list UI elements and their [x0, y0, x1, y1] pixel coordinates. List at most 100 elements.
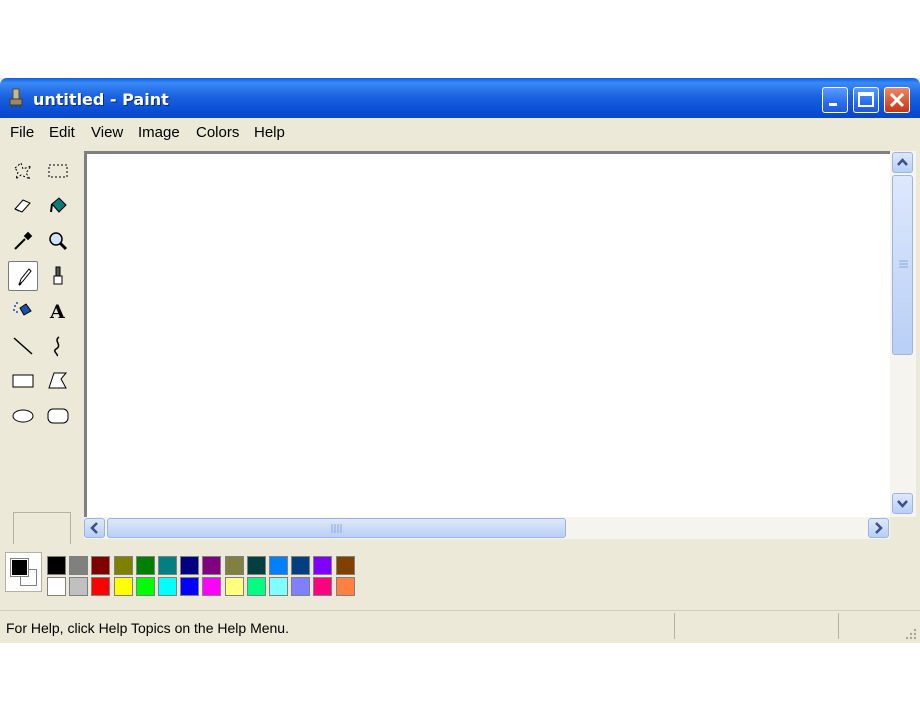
- curve-icon: [54, 336, 60, 357]
- tool-rectangle[interactable]: [8, 366, 38, 396]
- svg-text:A: A: [49, 301, 65, 322]
- palette-color-swatch[interactable]: [291, 556, 311, 575]
- palette-color-swatch[interactable]: [313, 556, 333, 575]
- tool-rounded-rectangle[interactable]: [43, 401, 73, 431]
- color-box: [0, 544, 920, 606]
- tool-free-form-select[interactable]: [8, 156, 38, 186]
- tool-ellipse[interactable]: [8, 401, 38, 431]
- paint-window: untitled - Paint File Edit View Image Co…: [0, 78, 920, 643]
- polygon-icon: [48, 372, 68, 389]
- palette-color-swatch[interactable]: [246, 577, 266, 596]
- menu-help[interactable]: Help: [254, 124, 285, 141]
- tool-curve[interactable]: [43, 331, 73, 361]
- tool-magnifier[interactable]: [43, 226, 73, 256]
- palette-color-swatch[interactable]: [113, 556, 133, 575]
- line-icon: [13, 337, 33, 355]
- palette-color-swatch[interactable]: [47, 556, 66, 575]
- current-colors[interactable]: [5, 552, 42, 592]
- palette-color-swatch[interactable]: [269, 556, 288, 575]
- tool-airbrush[interactable]: [8, 296, 38, 326]
- title-bar[interactable]: untitled - Paint: [0, 78, 920, 118]
- eraser-icon: [14, 199, 31, 213]
- text-icon: A: [49, 301, 65, 322]
- chevron-right-icon: [875, 522, 883, 534]
- palette-color-swatch[interactable]: [47, 577, 66, 596]
- airbrush-icon: [13, 302, 32, 316]
- palette-color-swatch[interactable]: [291, 577, 311, 596]
- menu-bar: File Edit View Image Colors Help: [0, 118, 920, 146]
- palette-color-swatch[interactable]: [69, 556, 89, 575]
- scroll-right-button[interactable]: [868, 518, 889, 538]
- tool-eraser[interactable]: [8, 191, 38, 221]
- minimize-button[interactable]: [822, 87, 848, 113]
- maximize-button[interactable]: [853, 87, 879, 113]
- palette-color-swatch[interactable]: [158, 556, 177, 575]
- palette-color-swatch[interactable]: [202, 577, 222, 596]
- palette-color-swatch[interactable]: [224, 556, 244, 575]
- palette-color-swatch[interactable]: [202, 556, 222, 575]
- horizontal-scrollbar[interactable]: [84, 517, 890, 539]
- vertical-scrollbar[interactable]: [890, 151, 916, 517]
- palette-color-swatch[interactable]: [91, 577, 111, 596]
- rounded-rectangle-icon: [47, 408, 69, 424]
- tool-rectangle-select[interactable]: [43, 156, 73, 186]
- tool-text[interactable]: A: [43, 296, 73, 326]
- tool-brush[interactable]: [43, 261, 73, 291]
- palette-color-swatch[interactable]: [224, 577, 244, 596]
- status-pane-size: [838, 613, 909, 639]
- minimize-icon: [829, 103, 837, 106]
- toolbox: A: [3, 152, 81, 602]
- scroll-down-button[interactable]: [892, 493, 913, 514]
- tool-fill[interactable]: [43, 191, 73, 221]
- chevron-left-icon: [90, 522, 98, 534]
- palette-color-swatch[interactable]: [180, 556, 200, 575]
- tool-pencil[interactable]: [8, 261, 38, 291]
- palette-color-swatch[interactable]: [335, 556, 355, 575]
- menu-file[interactable]: File: [10, 124, 34, 141]
- menu-edit[interactable]: Edit: [49, 124, 75, 141]
- rectangle-icon: [12, 374, 34, 388]
- window-title: untitled - Paint: [33, 90, 169, 109]
- brush-icon: [53, 266, 63, 285]
- grip-icon: [899, 260, 908, 268]
- ellipse-icon: [12, 409, 34, 423]
- palette-color-swatch[interactable]: [91, 556, 111, 575]
- tool-polygon[interactable]: [43, 366, 73, 396]
- status-pane-coordinates: [674, 613, 839, 639]
- vertical-scroll-thumb[interactable]: [892, 175, 913, 355]
- palette-color-swatch[interactable]: [246, 556, 266, 575]
- menu-view[interactable]: View: [91, 124, 123, 141]
- status-bar: For Help, click Help Topics on the Help …: [0, 610, 920, 643]
- grip-icon: [331, 524, 342, 533]
- drawing-canvas[interactable]: [84, 151, 890, 517]
- color-picker-icon: [14, 231, 33, 250]
- foreground-color-swatch[interactable]: [10, 558, 29, 577]
- status-help-text: For Help, click Help Topics on the Help …: [6, 620, 289, 636]
- scroll-left-button[interactable]: [84, 518, 105, 538]
- menu-colors[interactable]: Colors: [196, 124, 239, 141]
- tool-line[interactable]: [8, 331, 38, 361]
- palette-color-swatch[interactable]: [113, 577, 133, 596]
- close-button[interactable]: [884, 87, 910, 113]
- palette-color-swatch[interactable]: [69, 577, 89, 596]
- horizontal-scroll-thumb[interactable]: [107, 518, 566, 538]
- chevron-up-icon: [897, 158, 908, 166]
- palette-color-swatch[interactable]: [335, 577, 355, 596]
- paint-app-icon: [9, 88, 23, 108]
- palette-color-swatch[interactable]: [269, 577, 288, 596]
- palette-color-swatch[interactable]: [135, 556, 155, 575]
- palette-color-swatch[interactable]: [313, 577, 333, 596]
- resize-grip-icon[interactable]: [904, 627, 918, 641]
- palette-color-swatch[interactable]: [135, 577, 155, 596]
- palette-color-swatch[interactable]: [180, 577, 200, 596]
- pencil-icon: [18, 268, 32, 286]
- tool-pick-color[interactable]: [8, 226, 38, 256]
- fill-bucket-icon: [50, 197, 67, 213]
- scroll-up-button[interactable]: [892, 152, 913, 173]
- chevron-down-icon: [897, 500, 908, 508]
- palette-color-swatch[interactable]: [158, 577, 177, 596]
- magnifier-icon: [49, 232, 68, 251]
- menu-image[interactable]: Image: [138, 124, 180, 141]
- free-form-select-icon: [14, 162, 33, 181]
- close-icon: [889, 92, 905, 108]
